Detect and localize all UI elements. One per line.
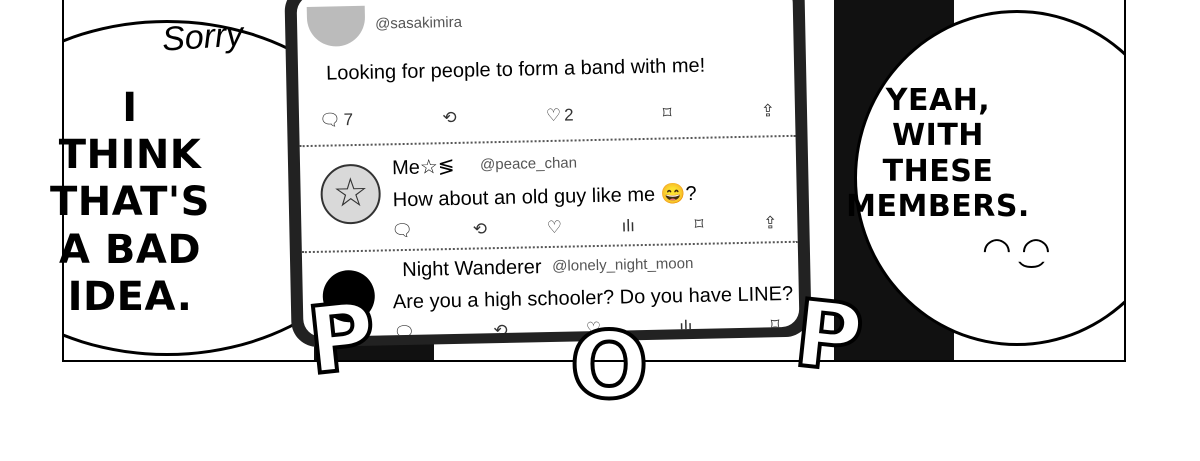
repost-icon: ⟲ — [493, 320, 508, 338]
post-handle: @sasakimira — [374, 13, 463, 33]
left-dialogue-line: IDEA. — [67, 273, 193, 320]
heart-icon: ♡ — [545, 105, 562, 126]
bookmark-button[interactable]: ⌑ — [694, 215, 703, 235]
reply-count: 7 — [343, 110, 354, 130]
social-feed-screen: @sasakimira Looking for people to form a… — [296, 0, 800, 338]
bookmark-icon: ⌑ — [662, 103, 672, 123]
like-button[interactable]: ♡ 2 — [546, 105, 574, 126]
avatar: ☆ — [320, 163, 382, 225]
right-dialogue-line: MEMBERS. — [846, 189, 1030, 225]
post-text: Looking for people to form a band with m… — [325, 54, 706, 85]
bookmark-button[interactable]: ⌑ — [771, 315, 780, 335]
post-text: Are you a high schooler? Do you have LIN… — [392, 282, 794, 314]
sorry-caption: Sorry — [160, 15, 245, 59]
stats-button[interactable]: ılı — [679, 317, 693, 337]
share-icon: ⇪ — [762, 213, 778, 233]
post-text: How about an old guy like me 😄? — [392, 182, 697, 212]
post-handle: @lonely_night_moon — [552, 254, 694, 275]
reply-button[interactable]: 🗨 7 — [319, 110, 353, 131]
sound-effect-letter: O — [568, 310, 650, 421]
bar-chart-icon: ılı — [621, 216, 636, 236]
sound-effect-letter: P — [301, 280, 383, 397]
heart-icon: ♡ — [546, 217, 563, 238]
like-count: 2 — [563, 105, 574, 125]
post-handle: @peace_chan — [479, 154, 578, 174]
right-dialogue: YEAH, WITH THESE MEMBERS. — [838, 83, 1038, 225]
reply-icon: 🗨 — [318, 110, 341, 130]
smiling-face-icon: ◠ ͜◠ — [982, 231, 1051, 269]
bar-chart-icon: ılı — [679, 317, 693, 337]
left-dialogue: I THINK THAT'S A BAD IDEA. — [45, 85, 215, 321]
right-dialogue-line: WITH THESE — [882, 118, 994, 189]
reply-icon: 🗨 — [391, 220, 414, 241]
stats-button[interactable]: ılı — [621, 216, 635, 236]
bookmark-icon: ⌑ — [694, 214, 704, 234]
repost-button[interactable]: ⟲ — [473, 219, 488, 239]
reply-icon: 🗨 — [393, 322, 416, 338]
repost-button[interactable]: ⟲ — [442, 108, 457, 128]
post-author-name: Me☆≶ — [391, 155, 455, 180]
feed-post[interactable]: ☆ Me☆≶ @peace_chan How about an old guy … — [299, 136, 798, 254]
avatar — [306, 5, 366, 48]
post-actions: 🗨 ⟲ ♡ ılı ⌑ ⇪ — [391, 213, 777, 241]
like-button[interactable]: ♡ — [547, 218, 563, 238]
bookmark-button[interactable]: ⌑ — [663, 103, 672, 123]
repost-icon: ⟲ — [472, 219, 488, 239]
sound-effect-letter: P — [788, 278, 870, 395]
feed-post[interactable]: Night Wanderer @lonely_night_moon Are yo… — [302, 243, 800, 337]
post-author-name: Night Wanderer — [402, 256, 542, 282]
pentagram-icon: ☆ — [332, 170, 370, 216]
left-dialogue-line: I THINK — [58, 85, 202, 179]
right-dialogue-line: YEAH, — [885, 83, 991, 118]
repost-button[interactable]: ⟲ — [493, 321, 508, 337]
post-actions: 🗨 7 ⟲ ♡ 2 ⌑ ⇪ — [319, 101, 775, 131]
reply-button[interactable]: 🗨 — [391, 221, 413, 241]
repost-icon: ⟲ — [442, 107, 457, 128]
left-dialogue-line: A BAD — [58, 226, 202, 273]
share-button[interactable]: ⇪ — [761, 101, 776, 121]
share-icon: ⇪ — [760, 101, 776, 121]
reply-button[interactable]: 🗨 — [393, 323, 415, 337]
feed-post[interactable]: @sasakimira Looking for people to form a… — [296, 0, 796, 148]
left-dialogue-line: THAT'S — [50, 179, 210, 226]
share-button[interactable]: ⇪ — [763, 213, 778, 233]
bookmark-icon: ⌑ — [770, 315, 780, 335]
